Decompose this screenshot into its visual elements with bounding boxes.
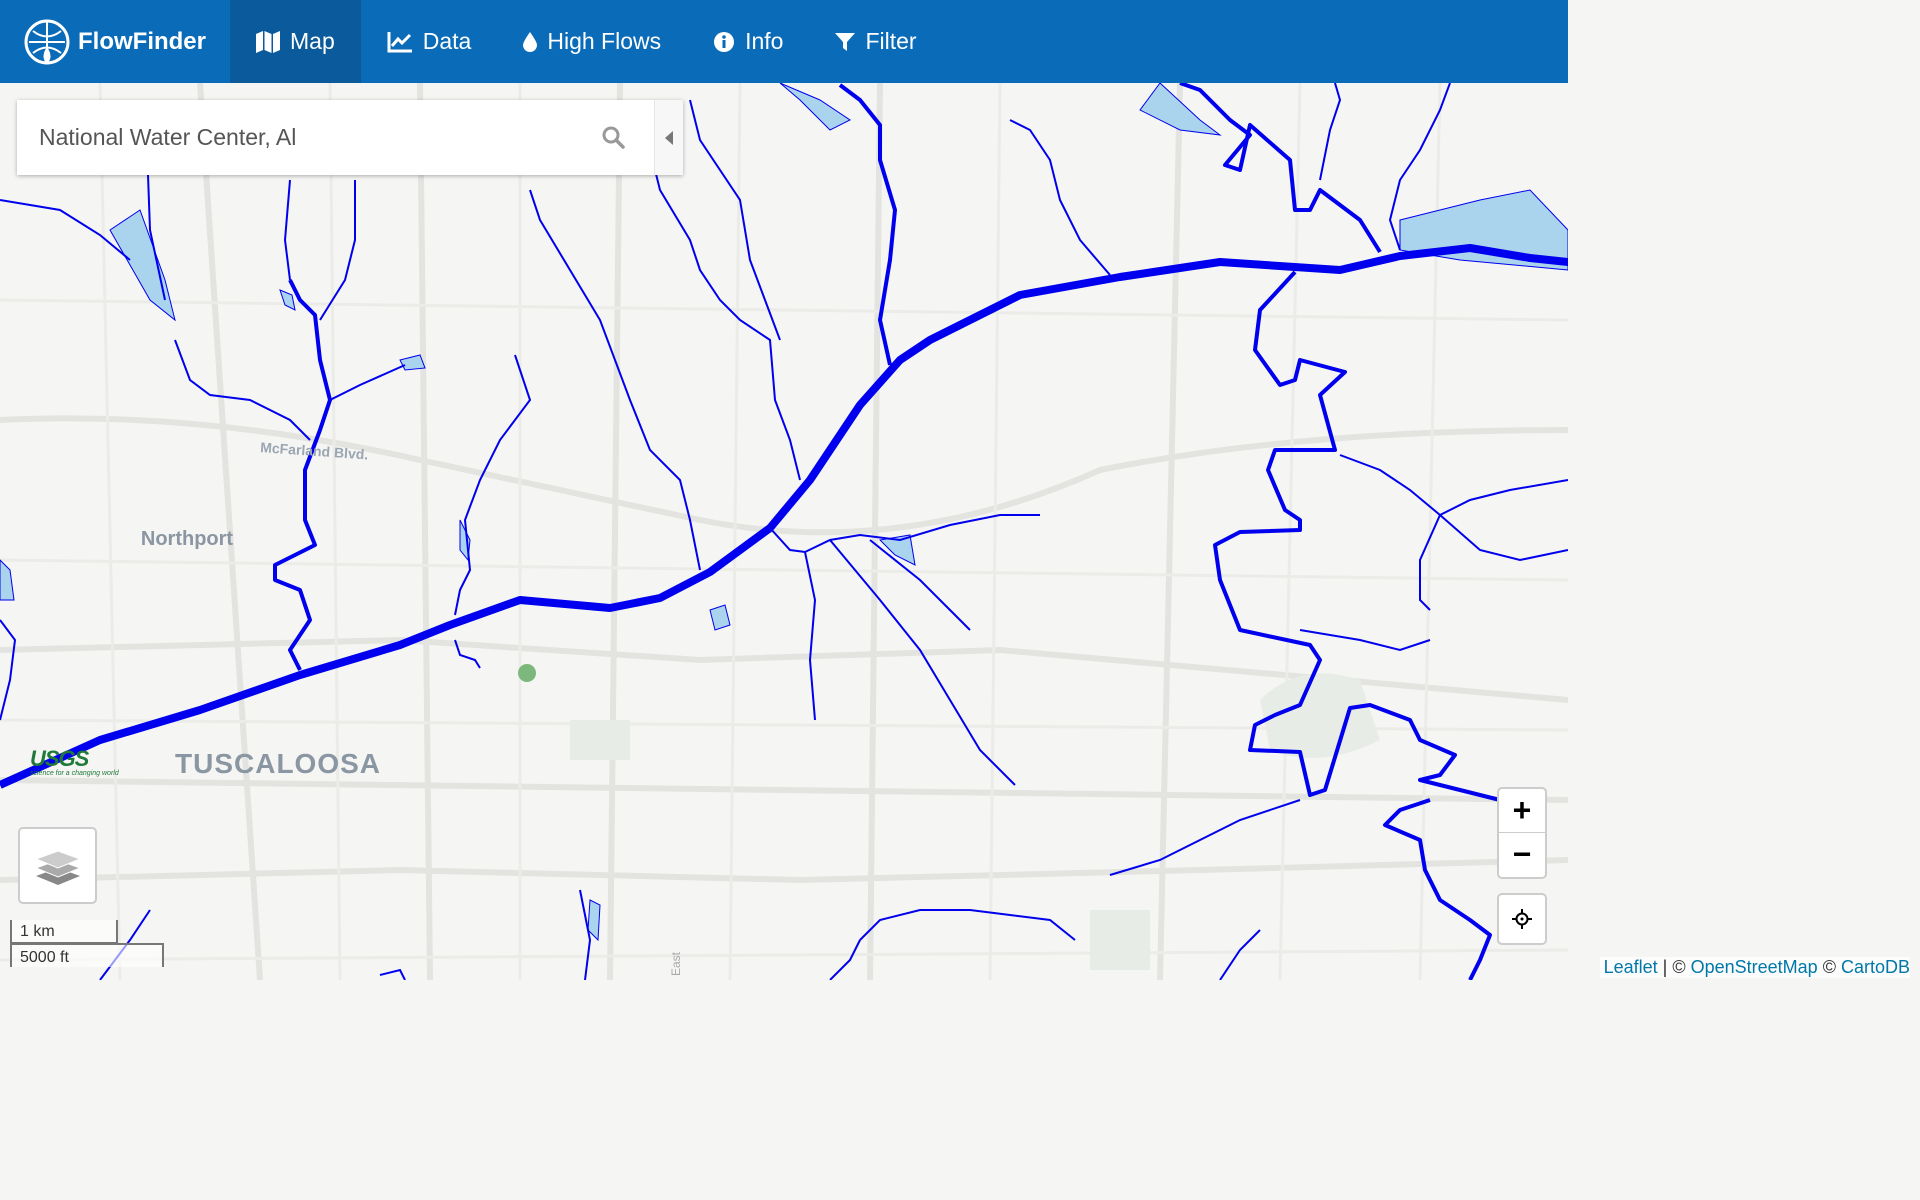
search-panel — [17, 100, 683, 175]
location-marker[interactable] — [518, 664, 536, 682]
nav-high-flows[interactable]: High Flows — [497, 0, 687, 83]
osm-link[interactable]: OpenStreetMap — [1691, 957, 1818, 977]
layers-button[interactable] — [18, 827, 97, 904]
scale-km: 1 km — [10, 920, 118, 944]
attribution-sep-1: | © — [1657, 957, 1691, 977]
locate-button[interactable] — [1497, 893, 1547, 945]
search-icon[interactable] — [601, 125, 625, 149]
caret-left-icon — [665, 130, 673, 145]
collapse-panel-button[interactable] — [654, 100, 683, 175]
zoom-in-button[interactable]: + — [1499, 789, 1545, 832]
leaflet-link[interactable]: Leaflet — [1604, 957, 1658, 977]
nav-map[interactable]: Map — [230, 0, 361, 83]
zoom-control: + − — [1497, 787, 1547, 879]
usgs-tagline: science for a changing world — [30, 770, 119, 777]
map-canvas[interactable]: Northport TUSCALOOSA McFarland Blvd. Eas… — [0, 83, 1568, 980]
zoom-out-button[interactable]: − — [1499, 832, 1545, 876]
label-street: East — [669, 951, 683, 976]
app-name: FlowFinder — [78, 27, 206, 55]
nav-map-label: Map — [290, 28, 335, 54]
drop-icon — [523, 31, 538, 52]
attribution-sep-2: © — [1817, 957, 1841, 977]
label-northport: Northport — [141, 528, 234, 550]
scale-ft: 5000 ft — [10, 943, 164, 967]
parks — [570, 673, 1380, 970]
map-icon — [256, 30, 280, 53]
usgs-logo: USGS science for a changing world — [30, 746, 119, 778]
label-mcfarland: McFarland Blvd. — [260, 439, 369, 463]
label-tuscaloosa: TUSCALOOSA — [175, 748, 381, 779]
nav-filter-label: Filter — [865, 28, 917, 54]
scale-bar: 1 km 5000 ft — [10, 920, 164, 967]
usgs-text: USGS — [30, 746, 89, 771]
info-icon — [714, 31, 735, 52]
map-layer: Northport TUSCALOOSA McFarland Blvd. Eas… — [0, 83, 1568, 980]
cartodb-link[interactable]: CartoDB — [1841, 957, 1910, 977]
nav-info[interactable]: Info — [687, 0, 809, 83]
layers-icon — [34, 849, 81, 885]
nav-data-label: Data — [422, 28, 472, 54]
nav-data[interactable]: Data — [361, 0, 498, 83]
nav-filter[interactable]: Filter — [809, 0, 942, 83]
crosshair-icon — [1512, 909, 1532, 929]
chart-icon — [387, 31, 412, 52]
search-input[interactable] — [37, 123, 581, 152]
streets-major — [0, 83, 1568, 980]
nav-high-flows-label: High Flows — [547, 28, 662, 54]
flowfinder-logo-icon — [24, 19, 70, 64]
brand[interactable]: FlowFinder — [0, 0, 230, 83]
filter-icon — [835, 32, 856, 51]
top-navbar: FlowFinder Map Data High Flows Info Filt… — [0, 0, 1568, 83]
nav-info-label: Info — [745, 28, 784, 54]
attribution: Leaflet | © OpenStreetMap © CartoDB — [1599, 957, 1910, 978]
